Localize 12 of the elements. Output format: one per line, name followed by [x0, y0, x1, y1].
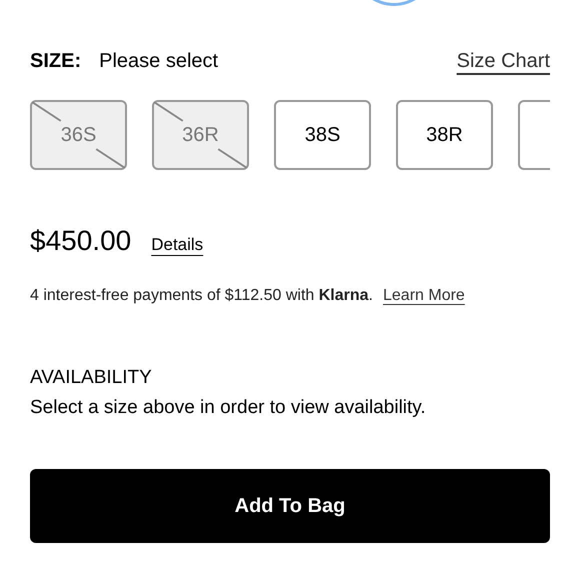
- add-to-bag-button[interactable]: Add To Bag: [30, 469, 550, 544]
- details-link[interactable]: Details: [151, 232, 204, 258]
- size-label: SIZE:: [30, 49, 82, 74]
- size-option[interactable]: 38S: [274, 100, 371, 170]
- size-chart-link[interactable]: Size Chart: [456, 46, 550, 76]
- learn-more-link[interactable]: Learn More: [383, 284, 465, 308]
- size-value: Please select: [99, 49, 218, 74]
- size-option[interactable]: 38R: [396, 100, 493, 170]
- availability-heading: AVAILABILITY: [30, 366, 153, 390]
- price: $450.00: [30, 224, 132, 258]
- availability-message: Select a size above in order to view availability.: [30, 396, 427, 420]
- klarna-payment-text: 4 interest-free payments of $112.50 with Klarna.: [30, 286, 373, 306]
